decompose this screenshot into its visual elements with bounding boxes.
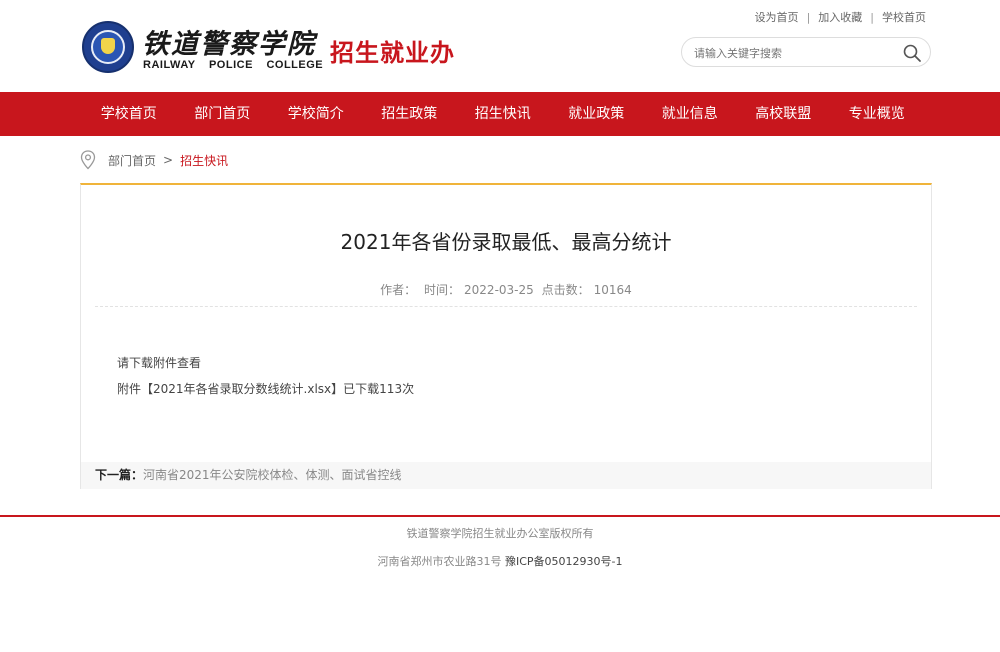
site-footer: 铁道警察学院招生就业办公室版权所有 河南省郑州市农业路31号 豫ICP备0501… — [0, 517, 1000, 652]
publish-time: 2022-03-25 — [464, 283, 534, 297]
office-title: 招生就业办 — [330, 39, 455, 67]
attachment-link[interactable]: 2021年各省录取分数线统计.xlsx — [153, 382, 331, 396]
site-header: 铁道警察学院 RAILWAY POLICE COLLEGE 招生就业办 设为首页… — [0, 0, 1000, 92]
college-name-cn[interactable]: 铁道警察学院 — [142, 22, 316, 61]
nav-item-department-home[interactable]: 部门首页 — [176, 92, 270, 136]
breadcrumb-separator: > — [163, 153, 174, 167]
nav-item-employment-policy[interactable]: 就业政策 — [550, 92, 644, 136]
search-input[interactable] — [694, 44, 894, 62]
hit-count: 10164 — [593, 283, 632, 297]
hits-label: 点击数： — [541, 283, 590, 297]
add-favorite-link[interactable]: 加入收藏 — [818, 9, 862, 25]
footer-copyright: 铁道警察学院招生就业办公室版权所有 — [406, 527, 594, 540]
search-box — [681, 37, 931, 67]
nav-item-majors-overview[interactable]: 专业概览 — [830, 92, 924, 136]
article-title: 2021年各省份录取最低、最高分统计 — [340, 230, 672, 254]
divider: | — [870, 10, 874, 24]
footer-address: 河南省郑州市农业路31号 — [377, 555, 502, 568]
search-icon[interactable] — [902, 43, 922, 63]
attachment-line: 附件【2021年各省录取分数线统计.xlsx】已下载113次 — [117, 376, 414, 402]
time-label: 时间： — [424, 283, 461, 297]
nav-item-employment-info[interactable]: 就业信息 — [643, 92, 737, 136]
set-homepage-link[interactable]: 设为首页 — [755, 9, 799, 25]
divider — [95, 306, 917, 307]
footer-address-line: 河南省郑州市农业路31号 豫ICP备05012930号-1 — [0, 553, 1000, 569]
attachment-download-count: 】已下载113次 — [331, 382, 415, 396]
icp-license-link[interactable]: 豫ICP备05012930号-1 — [505, 555, 623, 568]
nav-item-school-home[interactable]: 学校首页 — [82, 92, 176, 136]
location-pin-icon — [80, 150, 96, 170]
school-home-link[interactable]: 学校首页 — [882, 9, 926, 25]
article-panel: 2021年各省份录取最低、最高分统计 作者： 时间： 2022-03-25 点击数… — [80, 183, 932, 489]
nav-item-admission-policy[interactable]: 招生政策 — [363, 92, 457, 136]
body-paragraph: 请下载附件查看 — [117, 356, 202, 370]
next-article-link[interactable]: 河南省2021年公安院校体检、体测、面试省控线 — [143, 468, 402, 482]
nav-item-admission-news[interactable]: 招生快讯 — [456, 92, 550, 136]
divider: | — [806, 10, 811, 24]
attachment-prefix: 附件【 — [117, 382, 154, 396]
nav-item-college-alliance[interactable]: 高校联盟 — [737, 92, 831, 136]
breadcrumb: 部门首页 > 招生快讯 — [80, 150, 228, 170]
top-links: 设为首页 | 加入收藏 | 学校首页 — [755, 9, 926, 25]
next-article-label: 下一篇： — [95, 468, 144, 482]
article-body: 请下载附件查看 附件【2021年各省录取分数线统计.xlsx】已下载113次 — [117, 350, 414, 402]
breadcrumb-department-home[interactable]: 部门首页 — [108, 152, 156, 169]
college-emblem-logo[interactable] — [82, 21, 134, 73]
breadcrumb-current[interactable]: 招生快讯 — [180, 152, 228, 169]
article-meta: 作者： 时间： 2022-03-25 点击数： 10164 — [81, 281, 931, 298]
college-name-en: RAILWAY POLICE COLLEGE — [143, 59, 324, 71]
next-article-bar: 下一篇：河南省2021年公安院校体检、体测、面试省控线 — [81, 462, 931, 489]
nav-item-school-intro[interactable]: 学校简介 — [269, 92, 363, 136]
main-nav: 学校首页 部门首页 学校简介 招生政策 招生快讯 就业政策 就业信息 高校联盟 … — [0, 92, 1000, 136]
author-label: 作者： — [380, 283, 417, 297]
emblem-shield — [101, 38, 115, 54]
